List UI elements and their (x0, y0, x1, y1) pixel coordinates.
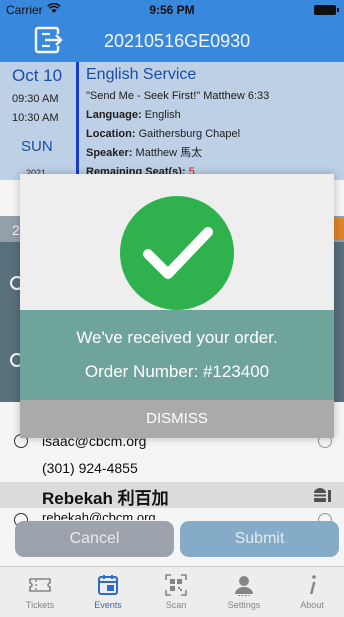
order-message-area: We've received your order. Order Number:… (20, 310, 334, 400)
order-confirmation-dialog: We've received your order. Order Number:… (20, 174, 334, 438)
dismiss-button[interactable]: DISMISS (20, 400, 334, 438)
order-number: Order Number: #123400 (84, 362, 270, 381)
order-received-message: We've received your order. (76, 328, 278, 347)
checkmark-icon (120, 196, 234, 310)
